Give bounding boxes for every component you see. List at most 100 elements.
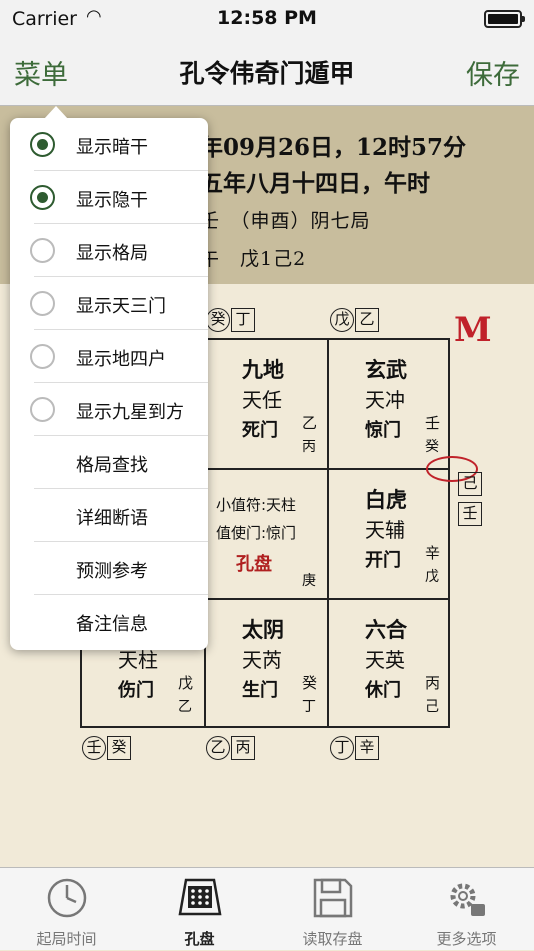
menu-item-label: 显示暗干 xyxy=(76,137,148,158)
menu-item-label: 显示地四户 xyxy=(76,349,166,370)
menu-item-show-four-doors[interactable]: 显示地四户 xyxy=(10,330,208,383)
menu-item-label: 备注信息 xyxy=(76,614,148,635)
star-label: 天芮 xyxy=(242,648,282,672)
radio-unchecked-icon xyxy=(30,238,55,263)
door-label: 惊门 xyxy=(365,420,401,441)
tab-load-saved[interactable]: 读取存盘 xyxy=(266,868,399,951)
top-left-markers: 癸丁 xyxy=(206,308,255,332)
status-bar: Carrier ◠ 12:58 PM xyxy=(0,0,534,38)
stem-lower: 己 xyxy=(425,699,439,715)
stem-lower: 癸 xyxy=(425,439,439,455)
menu-item-show-nine-stars[interactable]: 显示九星到方 xyxy=(10,383,208,436)
deity-label: 太阴 xyxy=(242,617,284,642)
stem-lower: 乙 xyxy=(178,699,192,715)
palace-top-mid[interactable]: 九地 天任 死门 乙 丙 xyxy=(206,340,329,470)
marker-circle: 戊 xyxy=(330,308,354,332)
menu-item-show-three-gates[interactable]: 显示天三门 xyxy=(10,277,208,330)
star-label: 天英 xyxy=(365,648,405,672)
menu-item-label: 详细断语 xyxy=(76,508,148,529)
door-label: 休门 xyxy=(365,680,401,701)
stem-upper: 癸 xyxy=(302,674,318,692)
marker-circle: 壬 xyxy=(82,736,106,760)
zhishi-label: 值使门:惊门 xyxy=(216,524,297,542)
stem-upper: 辛 xyxy=(425,544,441,562)
marker-square: 己 xyxy=(458,472,482,496)
bottom-right-markers: 丁辛 xyxy=(330,736,379,760)
marker-circle: 乙 xyxy=(206,736,230,760)
deity-label: 玄武 xyxy=(365,357,407,382)
bottom-left-markers: 壬癸 xyxy=(82,736,131,760)
tab-start-time[interactable]: 起局时间 xyxy=(0,868,133,951)
marker-square: 辛 xyxy=(355,736,379,760)
palace-bottom-right[interactable]: 六合 天英 休门 丙 己 xyxy=(329,600,452,730)
radio-checked-icon xyxy=(30,132,55,157)
menu-item-show-pattern[interactable]: 显示格局 xyxy=(10,224,208,277)
battery-icon xyxy=(484,10,525,28)
marker-square: 乙 xyxy=(355,308,379,332)
right-marker-2: 壬 xyxy=(458,502,482,526)
menu-item-show-hidden-stem[interactable]: 显示隐干 xyxy=(10,171,208,224)
marker-circle: 癸 xyxy=(206,308,230,332)
menu-item-detailed-reading[interactable]: 详细断语 xyxy=(10,489,208,542)
star-label: 天辅 xyxy=(365,518,405,542)
menu-item-show-dark-stem[interactable]: 显示暗干 xyxy=(10,118,208,171)
stem-info: 午 戊1己2 xyxy=(200,248,307,270)
door-label: 生门 xyxy=(242,680,278,701)
menu-item-forecast-reference[interactable]: 预测参考 xyxy=(10,542,208,595)
tab-label: 更多选项 xyxy=(436,930,497,948)
floppy-disk-icon xyxy=(313,878,353,918)
stem-upper: 丙 xyxy=(425,674,441,692)
menu-item-label: 格局查找 xyxy=(76,455,148,476)
m-logo: M xyxy=(454,310,492,350)
radio-checked-icon xyxy=(30,185,55,210)
save-button[interactable]: 保存 xyxy=(466,53,520,92)
menu-item-label: 显示九星到方 xyxy=(76,402,184,423)
tab-bar: 起局时间 孔盘 读取存盘 更多选项 xyxy=(0,867,534,950)
tab-more-options[interactable]: 更多选项 xyxy=(400,868,533,951)
star-label: 天任 xyxy=(242,388,282,412)
right-marker-1: 己 xyxy=(458,472,482,496)
marker-square: 癸 xyxy=(107,736,131,760)
palace-bottom-mid[interactable]: 太阴 天芮 生门 癸 丁 xyxy=(206,600,329,730)
stem-lower: 戊 xyxy=(425,569,439,585)
clock-icon xyxy=(47,878,87,918)
star-label: 天冲 xyxy=(365,388,405,412)
menu-item-label: 预测参考 xyxy=(76,561,148,582)
radio-unchecked-icon xyxy=(30,291,55,316)
bottom-mid-markers: 乙丙 xyxy=(206,736,255,760)
page-title: 孔令伟奇门遁甲 xyxy=(179,59,355,88)
stem-upper: 乙 xyxy=(302,414,318,432)
ju-info: 壬 （申酉）阴七局 xyxy=(200,210,371,232)
stem-lower: 丁 xyxy=(302,699,316,715)
solar-date: 年09月26日，12时57分 xyxy=(200,134,467,161)
door-label: 伤门 xyxy=(118,680,154,701)
stem-upper: 戊 xyxy=(178,674,194,692)
tab-kong-board[interactable]: 孔盘 xyxy=(133,868,266,951)
palace-mid-right[interactable]: 白虎 天辅 开门 辛 戊 xyxy=(329,470,452,600)
dropdown-menu: 显示暗干 显示隐干 显示格局 显示天三门 显示地四户 显示九星到方 格局查找 详… xyxy=(10,106,208,650)
door-label: 死门 xyxy=(242,420,278,441)
marker-square: 丙 xyxy=(231,736,255,760)
tab-label: 孔盘 xyxy=(184,930,215,948)
radio-unchecked-icon xyxy=(30,397,55,422)
marker-square: 壬 xyxy=(458,502,482,526)
menu-item-notes[interactable]: 备注信息 xyxy=(10,595,208,648)
menu-item-label: 显示隐干 xyxy=(76,190,148,211)
board-type-label: 孔盘 xyxy=(236,554,272,575)
palace-top-right[interactable]: 玄武 天冲 惊门 壬 癸 xyxy=(329,340,452,470)
menu-item-pattern-search[interactable]: 格局查找 xyxy=(10,436,208,489)
menu-item-label: 显示天三门 xyxy=(76,296,166,317)
grid-board-icon xyxy=(178,878,222,916)
palace-center[interactable]: 小值符:天柱 值使门:惊门 孔盘 庚 xyxy=(206,470,329,600)
top-right-markers: 戊乙 xyxy=(330,308,379,332)
navigation-bar: 菜单 孔令伟奇门遁甲 保存 xyxy=(0,38,534,106)
marker-square: 丁 xyxy=(231,308,255,332)
door-label: 开门 xyxy=(365,550,401,571)
lunar-date: 五年八月十四日，午时 xyxy=(200,170,430,197)
deity-label: 白虎 xyxy=(365,487,407,512)
stem-upper: 壬 xyxy=(425,414,441,432)
center-stem: 庚 xyxy=(302,573,316,589)
zhifu-label: 小值符:天柱 xyxy=(216,496,297,514)
stem-lower: 丙 xyxy=(302,439,316,455)
clock-time: 12:58 PM xyxy=(217,7,317,29)
